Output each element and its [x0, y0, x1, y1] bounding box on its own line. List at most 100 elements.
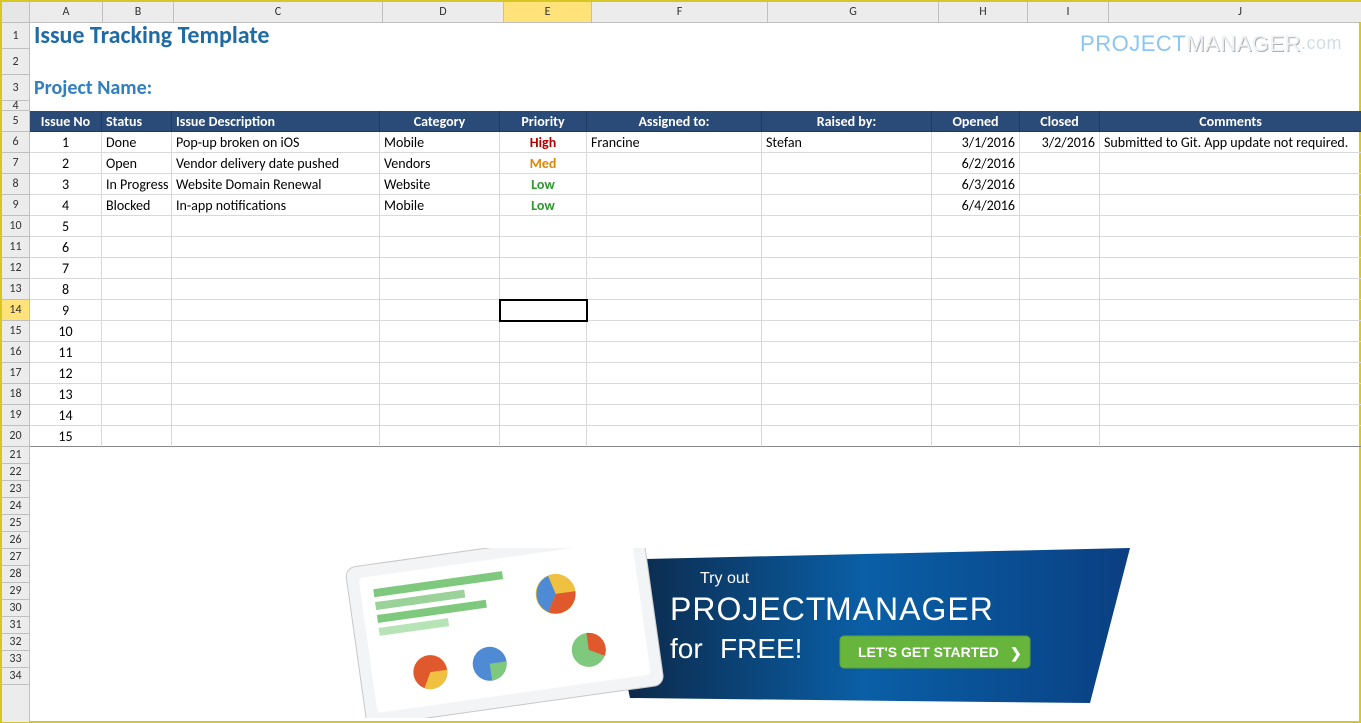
cell[interactable]: [1020, 515, 1100, 532]
cell[interactable]: [1100, 600, 1361, 617]
cell-I18[interactable]: [1020, 384, 1100, 405]
cell[interactable]: [172, 532, 380, 549]
cell-C14[interactable]: [172, 300, 380, 321]
cell[interactable]: [1020, 447, 1100, 464]
cell-D6[interactable]: Mobile: [380, 132, 500, 153]
cell-F13[interactable]: [587, 279, 762, 300]
cell-H20[interactable]: [932, 426, 1020, 447]
row-header-9[interactable]: 9: [2, 195, 29, 216]
cell-G20[interactable]: [762, 426, 932, 447]
row-header-27[interactable]: 27: [2, 549, 29, 566]
cell[interactable]: [587, 617, 762, 634]
cell[interactable]: [932, 549, 1020, 566]
cell-C13[interactable]: [172, 279, 380, 300]
cell-B18[interactable]: [102, 384, 172, 405]
cell[interactable]: [587, 464, 762, 481]
cell-A10[interactable]: 5: [30, 216, 102, 237]
row-header-1[interactable]: 1: [2, 23, 29, 49]
cell[interactable]: [1100, 617, 1361, 634]
column-header-G[interactable]: G: [768, 2, 939, 22]
cell-B6[interactable]: Done: [102, 132, 172, 153]
cell-B20[interactable]: [102, 426, 172, 447]
cell[interactable]: [587, 481, 762, 498]
row-header-24[interactable]: 24: [2, 498, 29, 515]
cell-D10[interactable]: [380, 216, 500, 237]
cell[interactable]: [500, 583, 587, 600]
row-header-5[interactable]: 5: [2, 111, 29, 132]
cell[interactable]: [380, 583, 500, 600]
cell-A14[interactable]: 9: [30, 300, 102, 321]
row-header-28[interactable]: 28: [2, 566, 29, 583]
cell-C15[interactable]: [172, 321, 380, 342]
cell[interactable]: [587, 515, 762, 532]
cell-F12[interactable]: [587, 258, 762, 279]
cell-E10[interactable]: [500, 216, 587, 237]
cell-H11[interactable]: [932, 237, 1020, 258]
cell[interactable]: [172, 668, 380, 685]
cell[interactable]: [1020, 481, 1100, 498]
cell-F7[interactable]: [587, 153, 762, 174]
cell[interactable]: [172, 447, 380, 464]
cell-I14[interactable]: [1020, 300, 1100, 321]
cell[interactable]: [172, 549, 380, 566]
cell[interactable]: [932, 498, 1020, 515]
cell[interactable]: [932, 532, 1020, 549]
cell[interactable]: [500, 532, 587, 549]
cell[interactable]: [932, 634, 1020, 651]
row-header-7[interactable]: 7: [2, 153, 29, 174]
cell-A13[interactable]: 8: [30, 279, 102, 300]
cell-E13[interactable]: [500, 279, 587, 300]
cell[interactable]: [587, 549, 762, 566]
cell-H8[interactable]: 6/3/2016: [932, 174, 1020, 195]
cell-C9[interactable]: In-app notifications: [172, 195, 380, 216]
cell-H14[interactable]: [932, 300, 1020, 321]
cell[interactable]: [102, 481, 172, 498]
cell-C11[interactable]: [172, 237, 380, 258]
cell-G15[interactable]: [762, 321, 932, 342]
cell[interactable]: [500, 566, 587, 583]
cell-E9[interactable]: Low: [500, 195, 587, 216]
cell-F15[interactable]: [587, 321, 762, 342]
cell-D16[interactable]: [380, 342, 500, 363]
cell[interactable]: [587, 600, 762, 617]
cell-J10[interactable]: [1100, 216, 1361, 237]
cell-A12[interactable]: 7: [30, 258, 102, 279]
cell[interactable]: [932, 464, 1020, 481]
cell[interactable]: [380, 651, 500, 668]
cell[interactable]: [762, 668, 932, 685]
cell[interactable]: [30, 549, 102, 566]
cell[interactable]: [30, 464, 102, 481]
cell-H15[interactable]: [932, 321, 1020, 342]
cell-B11[interactable]: [102, 237, 172, 258]
cell-G10[interactable]: [762, 216, 932, 237]
cell-J18[interactable]: [1100, 384, 1361, 405]
cell-I9[interactable]: [1020, 195, 1100, 216]
cell[interactable]: [102, 583, 172, 600]
cell-J19[interactable]: [1100, 405, 1361, 426]
cell-C20[interactable]: [172, 426, 380, 447]
cell-B19[interactable]: [102, 405, 172, 426]
cell-C12[interactable]: [172, 258, 380, 279]
cell-H6[interactable]: 3/1/2016: [932, 132, 1020, 153]
cell-A11[interactable]: 6: [30, 237, 102, 258]
cell-J17[interactable]: [1100, 363, 1361, 384]
cell-E17[interactable]: [500, 363, 587, 384]
cell-H12[interactable]: [932, 258, 1020, 279]
cell[interactable]: [1100, 515, 1361, 532]
row-header-19[interactable]: 19: [2, 405, 29, 426]
cell[interactable]: [587, 566, 762, 583]
cell-D7[interactable]: Vendors: [380, 153, 500, 174]
column-header-E[interactable]: E: [504, 2, 592, 22]
cell[interactable]: [172, 515, 380, 532]
cell-J14[interactable]: [1100, 300, 1361, 321]
cell-I12[interactable]: [1020, 258, 1100, 279]
cell[interactable]: [762, 549, 932, 566]
cell[interactable]: [1020, 549, 1100, 566]
cell-F17[interactable]: [587, 363, 762, 384]
cell-G12[interactable]: [762, 258, 932, 279]
cell[interactable]: [380, 634, 500, 651]
cell-C7[interactable]: Vendor delivery date pushed: [172, 153, 380, 174]
cell-F8[interactable]: [587, 174, 762, 195]
cell-E12[interactable]: [500, 258, 587, 279]
row-header-8[interactable]: 8: [2, 174, 29, 195]
